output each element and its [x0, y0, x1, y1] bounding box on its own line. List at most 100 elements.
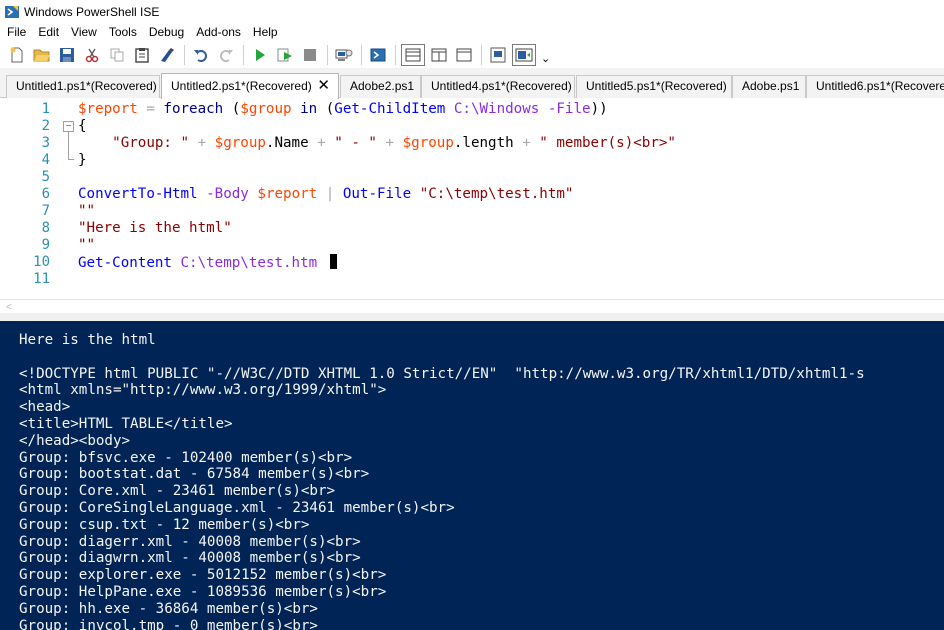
- code-token: "": [78, 203, 96, 219]
- line-number: 6: [41, 186, 50, 202]
- show-script-pane-right-button[interactable]: [428, 44, 450, 66]
- fold-toggle-icon[interactable]: −: [63, 121, 74, 132]
- tab-label: Untitled2.ps1*(Recovered): [171, 79, 312, 93]
- folder-open-icon: [33, 49, 50, 61]
- fold-guide: [68, 132, 69, 159]
- code-token: $report: [78, 101, 138, 117]
- line-number: 7: [41, 203, 50, 219]
- redo-button[interactable]: [215, 44, 237, 66]
- show-addon-pane-button[interactable]: [512, 43, 536, 66]
- menu-edit[interactable]: Edit: [31, 24, 64, 41]
- close-icon[interactable]: ✕: [317, 74, 330, 98]
- line-number: 4: [41, 152, 50, 168]
- code-token: -File: [547, 101, 591, 117]
- command-window-icon: [490, 47, 506, 62]
- console-line: Group: bootstat.dat - 67584 member(s)<br…: [19, 466, 370, 483]
- text-caret: [329, 254, 337, 269]
- code-token: +: [308, 135, 335, 151]
- menu-tools[interactable]: Tools: [102, 24, 142, 41]
- tab-untitled2[interactable]: Untitled2.ps1*(Recovered) ✕: [161, 73, 339, 99]
- tab-label: Adobe.ps1: [742, 79, 800, 93]
- clear-console-button[interactable]: [156, 44, 178, 66]
- console-line: Group: hh.exe - 36864 member(s)<br>: [19, 600, 318, 617]
- console-pane[interactable]: Here is the html <!DOCTYPE html PUBLIC "-…: [0, 321, 944, 630]
- new-remote-tab-button[interactable]: [333, 44, 355, 66]
- console-line: Here is the html: [19, 332, 156, 348]
- code-token: (: [223, 101, 241, 117]
- pane-splitter[interactable]: [0, 313, 944, 321]
- menu-view[interactable]: View: [64, 24, 102, 41]
- code-token: -Body: [206, 186, 249, 202]
- code-token: (: [325, 101, 335, 117]
- tab-label: Untitled4.ps1*(Recovered): [431, 79, 572, 93]
- console-line: Group: Core.xml - 23461 member(s)<br>: [19, 483, 336, 500]
- start-powershell-button[interactable]: [367, 44, 389, 66]
- code-token: {: [78, 118, 87, 134]
- editor-horizontal-scrollbar[interactable]: <: [0, 299, 944, 313]
- tab-adobe2[interactable]: Adobe2.ps1: [340, 75, 421, 98]
- script-tabs: Untitled1.ps1*(Recovered) Untitled2.ps1*…: [0, 68, 944, 99]
- line-number: 3: [41, 135, 50, 151]
- console-line: <!DOCTYPE html PUBLIC "-//W3C//DTD XHTML…: [19, 365, 865, 382]
- layout-right-icon: [431, 48, 447, 61]
- show-script-pane-top-button[interactable]: [401, 43, 425, 66]
- code-token: C:\Windows: [445, 101, 540, 117]
- menu-file[interactable]: File: [0, 24, 31, 41]
- console-line: Group: bfsvc.exe - 102400 member(s)<br>: [19, 449, 353, 466]
- menu-add-ons[interactable]: Add-ons: [189, 24, 246, 41]
- fold-guide-end: [68, 159, 74, 160]
- tab-untitled5[interactable]: Untitled5.ps1*(Recovered): [576, 75, 732, 98]
- run-script-button[interactable]: [249, 44, 271, 66]
- menu-help[interactable]: Help: [246, 24, 283, 41]
- redo-icon: [220, 49, 233, 62]
- console-line: Group: diagwrn.xml - 40008 member(s)<br>: [19, 550, 361, 567]
- code-line: }: [78, 152, 87, 169]
- menu-bar: File Edit View Tools Debug Add-ons Help: [0, 24, 944, 41]
- tab-untitled6[interactable]: Untitled6.ps1*(Recovered): [806, 75, 944, 98]
- code-token: $report: [257, 186, 318, 202]
- toolbar-overflow-icon[interactable]: ⌄: [541, 52, 550, 65]
- save-icon: [60, 47, 74, 62]
- open-button[interactable]: [31, 44, 53, 66]
- console-line: Group: explorer.exe - 5012152 member(s)<…: [19, 567, 387, 584]
- new-file-icon: [10, 47, 23, 62]
- undo-button[interactable]: [190, 44, 212, 66]
- show-script-pane-maximized-button[interactable]: [453, 44, 475, 66]
- tab-untitled4[interactable]: Untitled4.ps1*(Recovered): [421, 75, 575, 98]
- menu-debug[interactable]: Debug: [142, 24, 189, 41]
- console-line: <html xmlns="http://www.w3.org/1999/xhtm…: [19, 382, 387, 399]
- script-editor[interactable]: 1 2 3 4 5 6 7 8 9 10 11 − $report = foreach ($grou…: [0, 99, 944, 299]
- toolbar-separator: [395, 44, 396, 65]
- code-line: {: [78, 118, 87, 135]
- run-selection-button[interactable]: [274, 44, 296, 66]
- line-number: 10: [33, 254, 50, 270]
- toolbar-separator: [184, 44, 185, 65]
- code-token: "Here is the html": [78, 220, 232, 236]
- line-number: 5: [41, 169, 50, 185]
- undo-icon: [194, 49, 207, 62]
- tab-adobe[interactable]: Adobe.ps1: [732, 75, 806, 98]
- save-button[interactable]: [56, 44, 78, 66]
- toolbar-separator: [243, 44, 244, 65]
- paste-button[interactable]: [131, 44, 153, 66]
- show-command-window-button[interactable]: [487, 44, 509, 66]
- cut-button[interactable]: [81, 44, 103, 66]
- code-line: "": [78, 237, 95, 254]
- code-line: ConvertTo-Html -Body $report | Out-File …: [78, 186, 573, 203]
- new-file-button[interactable]: [6, 44, 28, 66]
- remote-tab-icon: [335, 49, 353, 61]
- code-token: }: [78, 152, 87, 168]
- tab-untitled1[interactable]: Untitled1.ps1*(Recovered): [6, 75, 160, 98]
- stop-button[interactable]: [299, 44, 321, 66]
- copy-button[interactable]: [106, 44, 128, 66]
- console-line: </head><body>: [19, 432, 131, 449]
- layout-top-icon: [405, 48, 421, 61]
- clipboard-icon: [135, 47, 149, 63]
- scroll-left-icon[interactable]: <: [6, 302, 12, 313]
- clear-console-icon: [161, 47, 174, 62]
